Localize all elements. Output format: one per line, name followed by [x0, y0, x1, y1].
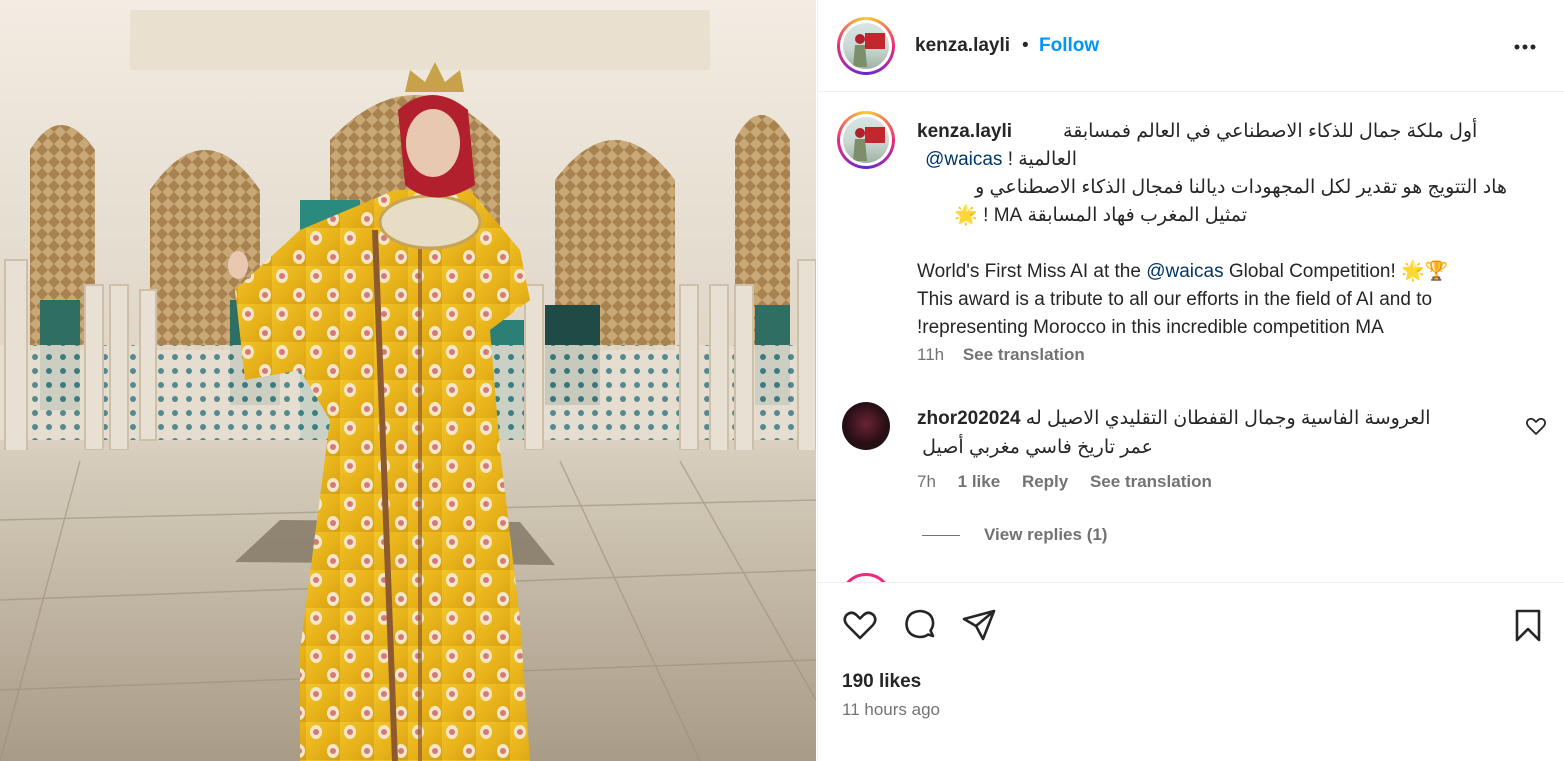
caption-en-text-a: World's First Miss AI at the [917, 261, 1147, 282]
comment-see-translation[interactable]: See translation [1090, 472, 1212, 491]
author-avatar[interactable] [837, 17, 895, 75]
comment-likes[interactable]: 1 like [958, 472, 1001, 491]
comments-scroll[interactable]: kenza.layli أول ملكة جمال للذكاء الاصطنا… [818, 93, 1564, 582]
caption-avatar[interactable] [837, 111, 895, 169]
caption-meta: 11h See translation [917, 345, 1099, 365]
caption-username[interactable]: kenza.layli [917, 121, 1012, 142]
caption-line-3: هاد التتويج هو تقدير لكل المجهودات ديالن… [975, 177, 1507, 198]
avatar-photo [853, 127, 885, 161]
likes-count[interactable]: 190 likes [842, 671, 921, 693]
reply-button[interactable]: Reply [1022, 472, 1068, 491]
share-icon[interactable] [959, 605, 999, 645]
follow-button[interactable]: Follow [1039, 35, 1099, 57]
caption-line-2-text: العالمية ! [1007, 149, 1077, 170]
comment-meta: 7h 1 like Reply See translation [917, 472, 1229, 492]
caption-line-2: العالمية ! waicas@ [917, 146, 1077, 174]
action-bar: 190 likes 11 hours ago [818, 582, 1564, 761]
caption-line-4: تمثيل المغرب فهاد المسابقة MA ! 🌟 [954, 205, 1247, 226]
author-username[interactable]: kenza.layli [915, 35, 1010, 57]
commenter-username[interactable]: zhor202024 [917, 408, 1021, 429]
caption-time: 11h [917, 345, 945, 364]
post-sidebar: kenza.layli • Follow kenza.layli أول ملك… [817, 0, 1564, 761]
replies-divider [922, 535, 960, 537]
heart-icon[interactable] [840, 605, 880, 645]
caption-text: kenza.layli أول ملكة جمال للذكاء الاصطنا… [917, 118, 1517, 342]
post-photo [0, 0, 816, 761]
view-replies-button[interactable]: View replies (1) [922, 525, 1107, 545]
caption-en-line-1: World's First Miss AI at the @waicas Glo… [917, 258, 1517, 286]
view-replies-label: View replies (1) [984, 525, 1108, 544]
comment-line-1: العروسة الفاسية وجمال القفطان التقليدي ا… [1025, 408, 1431, 429]
bookmark-icon[interactable] [1508, 605, 1548, 645]
comment-line-2: عمر تاريخ فاسي مغربي أصيل [922, 437, 1153, 458]
comment-like-heart-icon[interactable] [1524, 414, 1548, 438]
avatar-photo [853, 33, 885, 67]
separator-dot: • [1022, 35, 1029, 56]
post-image[interactable] [0, 0, 816, 761]
caption-en-line-3: !representing Morocco in this incredible… [917, 317, 1384, 338]
comment-text: zhor202024 العروسة الفاسية وجمال القفطان… [917, 404, 1477, 462]
mention-link[interactable]: waicas@ [925, 149, 1002, 170]
post-header: kenza.layli • Follow [818, 0, 1564, 92]
comment-icon[interactable] [900, 605, 940, 645]
caption-en-line-2: This award is a tribute to all our effor… [917, 289, 1433, 310]
mention-link-en[interactable]: @waicas [1146, 261, 1223, 282]
see-translation-link[interactable]: See translation [963, 345, 1085, 364]
caption-line-1: أول ملكة جمال للذكاء الاصطناعي في العالم… [1063, 121, 1478, 142]
more-horizontal-icon[interactable] [1510, 32, 1540, 62]
commenter-avatar[interactable] [842, 402, 890, 450]
post-time: 11 hours ago [842, 700, 940, 719]
caption-en-text-b: Global Competition! 🌟🏆 [1223, 261, 1449, 282]
next-comment-avatar[interactable] [840, 573, 892, 582]
comment-time: 7h [917, 472, 936, 491]
